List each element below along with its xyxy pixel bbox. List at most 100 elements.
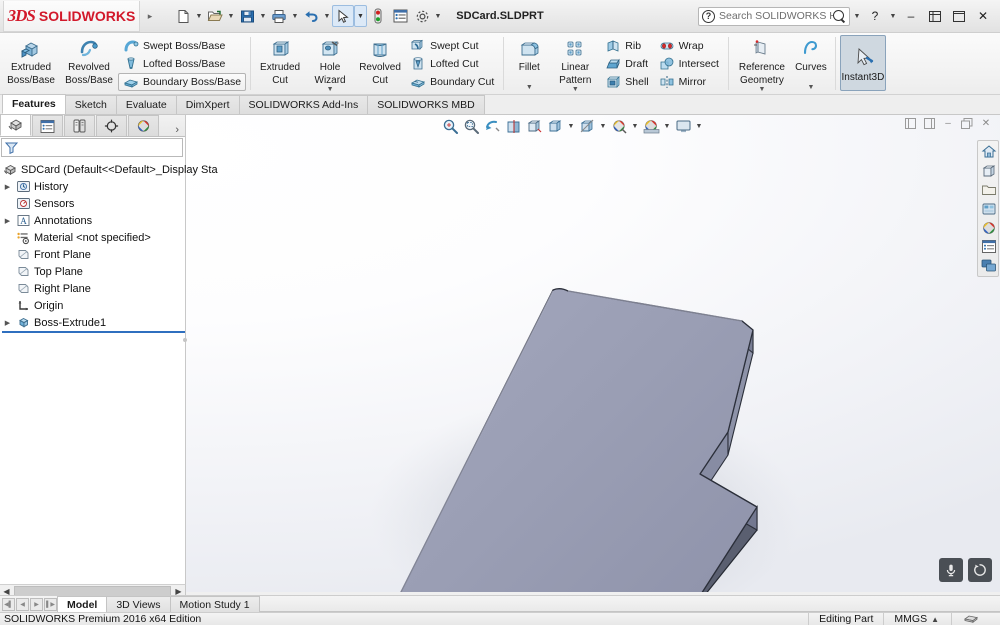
curves-button[interactable]: Curves ▼ bbox=[791, 33, 831, 94]
open-document-button[interactable] bbox=[204, 5, 226, 27]
hole-wizard-button[interactable]: Hole Wizard ▼ bbox=[305, 33, 355, 94]
menu-expand-arrow-icon[interactable]: ▸ bbox=[142, 5, 158, 27]
open-document-caret-icon[interactable]: ▼ bbox=[226, 5, 236, 27]
feature-manager-tab[interactable] bbox=[0, 114, 31, 136]
fillet-caret-icon[interactable]: ▼ bbox=[526, 84, 533, 91]
minimize-button[interactable]: – bbox=[900, 5, 922, 27]
save-document-caret-icon[interactable]: ▼ bbox=[258, 5, 268, 27]
edit-appearance-icon[interactable] bbox=[609, 116, 629, 136]
tree-item-origin[interactable]: Origin bbox=[2, 297, 185, 314]
fillet-button[interactable]: Fillet ▼ bbox=[508, 33, 550, 94]
magnifier-icon[interactable] bbox=[833, 9, 846, 23]
boss-extrude1-expander-icon[interactable]: ▶ bbox=[2, 319, 13, 327]
boundary-boss-base-button[interactable]: Boundary Boss/Base bbox=[118, 72, 247, 91]
property-manager-tab[interactable] bbox=[32, 115, 63, 136]
display-style-icon[interactable] bbox=[545, 116, 565, 136]
status-units-caret-icon[interactable]: ▲ bbox=[931, 615, 951, 624]
configuration-manager-tab[interactable] bbox=[64, 115, 95, 136]
solidworks-logo[interactable]: 3DS SOLIDWORKS bbox=[3, 0, 140, 32]
viewport-layout-icon[interactable] bbox=[673, 116, 693, 136]
tree-item-boss-extrude1[interactable]: ▶ Boss-Extrude1 bbox=[2, 314, 185, 331]
feature-tree-filter[interactable] bbox=[1, 138, 183, 157]
help-search-caret-icon[interactable]: ▼ bbox=[852, 5, 862, 27]
reference-geometry-caret-icon[interactable]: ▼ bbox=[758, 86, 765, 93]
help-caret-icon[interactable]: ▼ bbox=[888, 5, 898, 27]
tree-item-sdcard[interactable]: SDCard (Default<<Default>_Display Sta bbox=[2, 161, 218, 178]
first-tab-icon[interactable]: ◀▌ bbox=[2, 597, 15, 611]
save-document-button[interactable] bbox=[236, 5, 258, 27]
view-orientation-icon[interactable] bbox=[524, 116, 544, 136]
hide-show-items-icon[interactable] bbox=[577, 116, 597, 136]
view-palette-icon[interactable] bbox=[979, 256, 999, 275]
draft-button[interactable]: Draft bbox=[600, 55, 653, 73]
edit-appearance-caret-icon[interactable]: ▼ bbox=[630, 115, 640, 137]
restore-left-icon[interactable] bbox=[902, 115, 918, 131]
rib-button[interactable]: Rib bbox=[600, 37, 653, 55]
tab-evaluate[interactable]: Evaluate bbox=[115, 95, 177, 114]
tab-features[interactable]: Features bbox=[2, 94, 66, 114]
custom-properties-icon[interactable] bbox=[979, 237, 999, 256]
restore-button[interactable] bbox=[924, 5, 946, 27]
select-tool-button[interactable] bbox=[332, 5, 354, 27]
linear-pattern-button[interactable]: Linear Pattern ▼ bbox=[550, 33, 600, 94]
tree-item-material[interactable]: Material <not specified> bbox=[2, 229, 185, 246]
lofted-cut-button[interactable]: Lofted Cut bbox=[405, 55, 499, 73]
revolved-cut-button[interactable]: Revolved Cut bbox=[355, 33, 405, 94]
tree-item-right-plane[interactable]: Right Plane bbox=[2, 280, 185, 297]
boundary-cut-button[interactable]: Boundary Cut bbox=[405, 73, 499, 91]
viewport-layout-caret-icon[interactable]: ▼ bbox=[694, 115, 704, 137]
document-minimize-button[interactable]: – bbox=[940, 115, 956, 131]
tree-item-top-plane[interactable]: Top Plane bbox=[2, 263, 185, 280]
doc-tab-3d-views[interactable]: 3D Views bbox=[106, 596, 171, 612]
extruded-boss-base-button[interactable]: Extruded Boss/Base bbox=[2, 33, 60, 94]
undo-caret-icon[interactable]: ▼ bbox=[322, 5, 332, 27]
curves-caret-icon[interactable]: ▼ bbox=[807, 84, 814, 91]
tab-sketch[interactable]: Sketch bbox=[64, 95, 117, 114]
tree-item-history[interactable]: ▶ History bbox=[2, 178, 185, 195]
intersect-button[interactable]: Intersect bbox=[654, 55, 724, 73]
status-units[interactable]: MMGS bbox=[883, 613, 931, 625]
mirror-button[interactable]: Mirror bbox=[654, 73, 724, 91]
next-tab-icon[interactable]: ▶ bbox=[30, 597, 43, 611]
options-gear-icon[interactable] bbox=[411, 5, 433, 27]
help-search-box[interactable]: ? Search SOLIDWORKS Help bbox=[698, 6, 850, 26]
feature-tree-rollback-bar[interactable] bbox=[2, 331, 185, 333]
open-folder-icon[interactable] bbox=[979, 180, 999, 199]
print-document-caret-icon[interactable]: ▼ bbox=[290, 5, 300, 27]
tree-item-sensors[interactable]: Sensors bbox=[2, 195, 185, 212]
sync-refresh-icon[interactable] bbox=[968, 558, 992, 582]
close-button[interactable]: ✕ bbox=[972, 5, 994, 27]
previous-view-icon[interactable] bbox=[482, 116, 502, 136]
swept-cut-button[interactable]: Swept Cut bbox=[405, 37, 499, 55]
document-close-button[interactable]: ✕ bbox=[978, 115, 994, 131]
tab-solidworks-mbd[interactable]: SOLIDWORKS MBD bbox=[367, 95, 485, 114]
view-orientation-home-icon[interactable] bbox=[979, 142, 999, 161]
undo-button[interactable] bbox=[300, 5, 322, 27]
select-tool-caret-icon[interactable]: ▼ bbox=[354, 5, 367, 27]
print-document-button[interactable] bbox=[268, 5, 290, 27]
lofted-boss-base-button[interactable]: Lofted Boss/Base bbox=[118, 55, 246, 73]
file-properties-button[interactable] bbox=[389, 5, 411, 27]
maximize-button[interactable] bbox=[948, 5, 970, 27]
history-expander-icon[interactable]: ▶ bbox=[2, 183, 13, 191]
tab-solidworks-add-ins[interactable]: SOLIDWORKS Add-Ins bbox=[238, 95, 369, 114]
doc-tab-model[interactable]: Model bbox=[57, 596, 108, 612]
options-caret-icon[interactable]: ▼ bbox=[433, 5, 443, 27]
zoom-area-icon[interactable] bbox=[461, 116, 481, 136]
display-style-box-icon[interactable] bbox=[979, 161, 999, 180]
microphone-icon[interactable] bbox=[939, 558, 963, 582]
apply-scene-icon[interactable] bbox=[641, 116, 661, 136]
status-tags-icon[interactable] bbox=[951, 613, 990, 625]
document-restore-button[interactable] bbox=[959, 115, 975, 131]
revolved-boss-base-button[interactable]: Revolved Boss/Base bbox=[60, 33, 118, 94]
hole-wizard-caret-icon[interactable]: ▼ bbox=[327, 86, 334, 93]
display-manager-tab[interactable] bbox=[128, 115, 159, 136]
doc-tab-motion-study-1[interactable]: Motion Study 1 bbox=[169, 596, 260, 612]
dimxpert-manager-tab[interactable] bbox=[96, 115, 127, 136]
extruded-cut-button[interactable]: Extruded Cut bbox=[255, 33, 305, 94]
zoom-to-fit-icon[interactable] bbox=[440, 116, 460, 136]
display-style-caret-icon[interactable]: ▼ bbox=[566, 115, 576, 137]
help-button[interactable]: ? bbox=[864, 5, 886, 27]
swept-boss-base-button[interactable]: Swept Boss/Base bbox=[118, 37, 246, 55]
new-document-button[interactable] bbox=[172, 5, 194, 27]
